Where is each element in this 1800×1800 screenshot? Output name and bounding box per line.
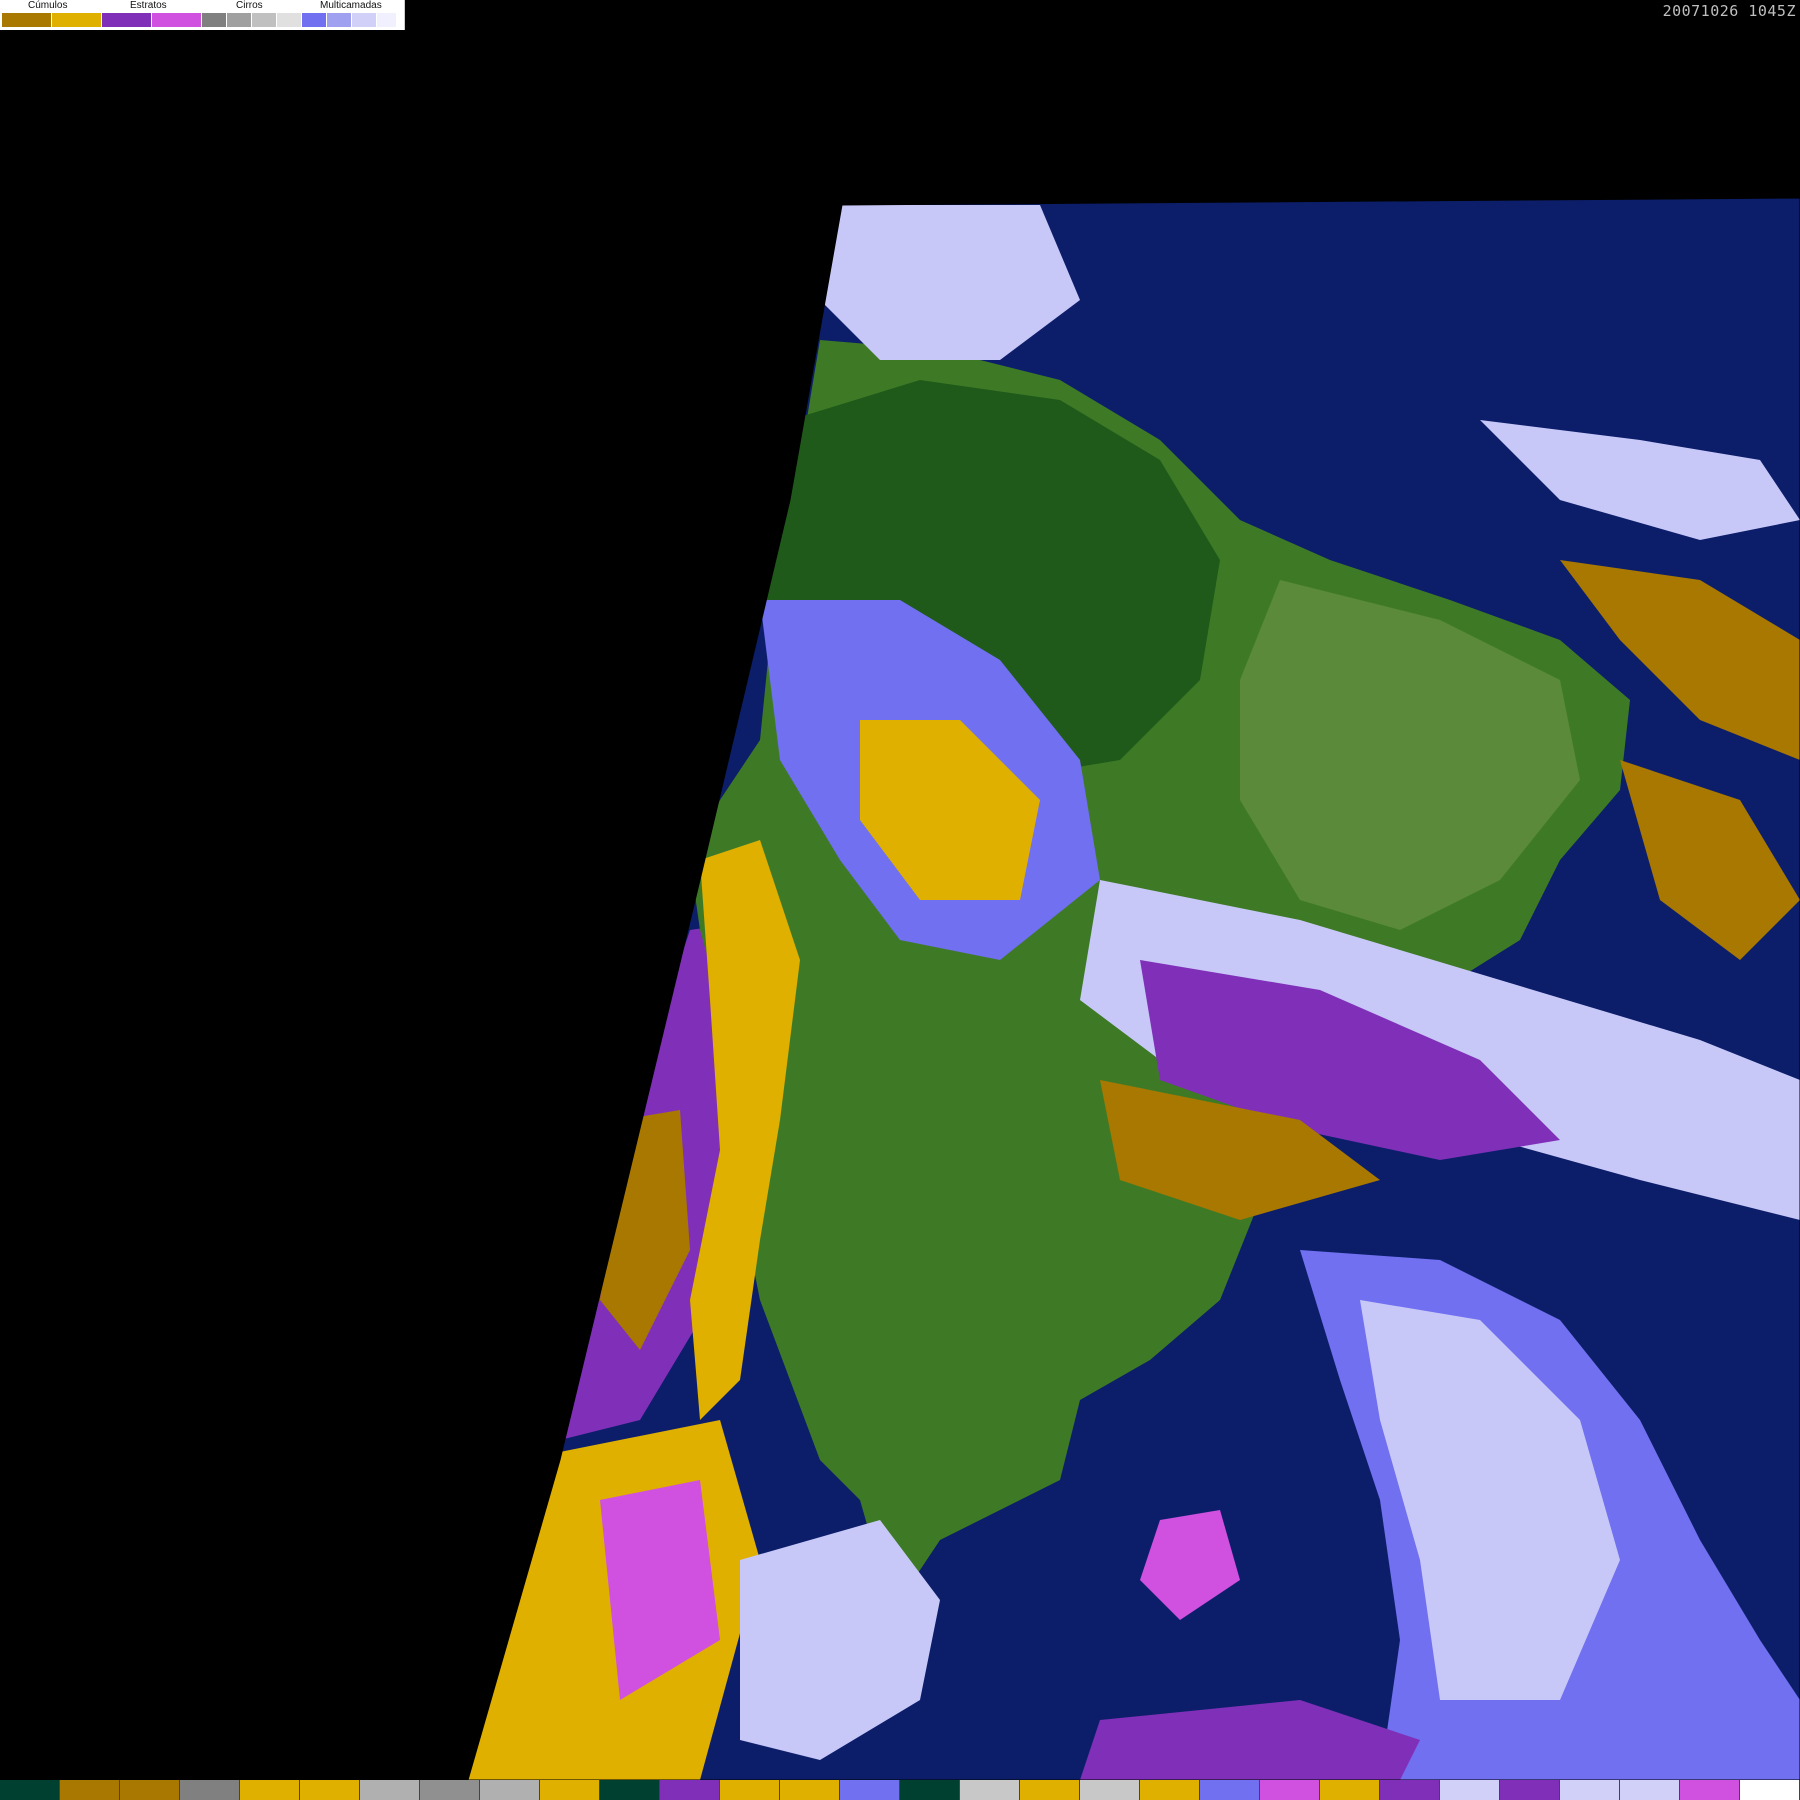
bottom-strip-cell xyxy=(1620,1780,1680,1800)
bottom-strip-cell xyxy=(600,1780,660,1800)
bottom-strip-cell xyxy=(1080,1780,1140,1800)
legend-swatch xyxy=(202,13,227,27)
bottom-color-strip xyxy=(0,1780,1800,1800)
image-timestamp: 20071026 1045Z xyxy=(1662,2,1796,20)
bottom-strip-cell xyxy=(1500,1780,1560,1800)
bottom-strip-cell xyxy=(1020,1780,1080,1800)
legend-label-estratos: Estratos xyxy=(130,0,167,11)
bottom-strip-cell xyxy=(540,1780,600,1800)
legend-label-multicamadas: Multicamadas xyxy=(320,0,382,11)
bottom-strip-cell xyxy=(1200,1780,1260,1800)
bottom-strip-cell xyxy=(180,1780,240,1800)
bottom-strip-cell xyxy=(900,1780,960,1800)
legend-swatch xyxy=(52,13,102,27)
bottom-strip-cell xyxy=(1320,1780,1380,1800)
cloud-type-legend: Cúmulos Estratos Cirros Multicamadas xyxy=(0,0,405,30)
legend-swatches xyxy=(2,13,397,27)
bottom-strip-cell xyxy=(420,1780,480,1800)
legend-swatch xyxy=(302,13,327,27)
legend-swatch xyxy=(352,13,377,27)
legend-swatch xyxy=(227,13,252,27)
legend-label-cirros: Cirros xyxy=(236,0,263,11)
satellite-cloud-map xyxy=(0,0,1800,1780)
legend-swatch xyxy=(102,13,152,27)
bottom-strip-cell xyxy=(60,1780,120,1800)
legend-swatch xyxy=(277,13,302,27)
bottom-strip-cell xyxy=(1680,1780,1740,1800)
legend-swatch xyxy=(152,13,202,27)
bottom-strip-cell xyxy=(0,1780,60,1800)
legend-swatch xyxy=(2,13,52,27)
bottom-strip-cell xyxy=(1440,1780,1500,1800)
legend-swatch xyxy=(327,13,352,27)
bottom-strip-cell xyxy=(1560,1780,1620,1800)
bottom-strip-cell xyxy=(120,1780,180,1800)
bottom-strip-cell xyxy=(720,1780,780,1800)
bottom-strip-cell xyxy=(960,1780,1020,1800)
bottom-strip-cell xyxy=(660,1780,720,1800)
bottom-strip-cell xyxy=(240,1780,300,1800)
legend-label-cumulos: Cúmulos xyxy=(28,0,68,11)
legend-swatch xyxy=(252,13,277,27)
bottom-strip-cell xyxy=(360,1780,420,1800)
bottom-strip-cell xyxy=(1140,1780,1200,1800)
bottom-strip-cell xyxy=(1260,1780,1320,1800)
bottom-strip-cell xyxy=(780,1780,840,1800)
bottom-strip-cell xyxy=(1740,1780,1800,1800)
legend-swatch xyxy=(377,13,397,27)
bottom-strip-cell xyxy=(300,1780,360,1800)
bottom-strip-cell xyxy=(1380,1780,1440,1800)
bottom-strip-cell xyxy=(480,1780,540,1800)
bottom-strip-cell xyxy=(840,1780,900,1800)
